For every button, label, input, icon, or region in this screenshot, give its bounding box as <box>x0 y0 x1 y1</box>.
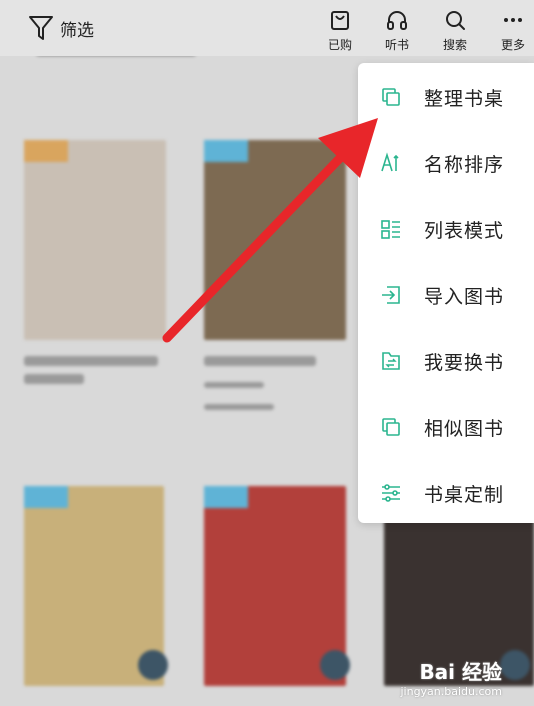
bag-icon <box>331 11 349 30</box>
watermark-brand: Bai 经验 <box>419 660 502 684</box>
menu-item-label: 名称排序 <box>424 153 505 176</box>
copy-icon <box>380 86 402 108</box>
book-cover <box>24 140 166 340</box>
search-button[interactable]: 搜索 <box>431 8 479 53</box>
menu-item-exchange-book[interactable]: 我要换书 <box>358 331 534 391</box>
menu-item-sort-by-name[interactable]: 名称排序 <box>358 133 534 193</box>
filter-label: 筛选 <box>60 20 94 41</box>
menu-item-organize-desk[interactable]: 整理书桌 <box>358 67 534 127</box>
more-dots-icon <box>504 18 522 22</box>
sliders-icon <box>380 482 402 504</box>
similar-books-icon <box>380 416 402 438</box>
listen-button[interactable]: 听书 <box>373 8 421 53</box>
import-icon <box>380 284 402 306</box>
menu-item-similar-books[interactable]: 相似图书 <box>358 397 534 457</box>
menu-item-label: 整理书桌 <box>424 87 505 110</box>
menu-item-label: 导入图书 <box>424 285 505 308</box>
purchased-button[interactable]: 已购 <box>316 8 364 53</box>
filter-button[interactable]: 筛选 <box>28 12 94 44</box>
baidu-jingyan-watermark: Bai 经验 jingyan.baidu.com <box>400 656 502 698</box>
headphones-icon <box>387 11 407 30</box>
menu-item-list-mode[interactable]: 列表模式 <box>358 199 534 259</box>
menu-item-label: 列表模式 <box>424 219 505 242</box>
search-icon <box>446 11 465 30</box>
menu-item-label: 我要换书 <box>424 351 505 374</box>
more-label: 更多 <box>500 38 525 52</box>
exchange-book-icon <box>380 350 402 372</box>
search-label: 搜索 <box>442 38 467 52</box>
purchased-label: 已购 <box>327 38 352 52</box>
watermark-url: jingyan.baidu.com <box>400 685 502 698</box>
menu-item-customize-desk[interactable]: 书桌定制 <box>358 463 534 523</box>
filter-icon <box>29 16 53 40</box>
listen-label: 听书 <box>384 38 409 52</box>
more-dropdown-menu: 整理书桌 名称排序 列表模式 导入图书 我要换书 相似图书 书桌定制 <box>358 63 534 523</box>
menu-item-label: 书桌定制 <box>424 483 505 506</box>
book-cover <box>204 140 346 340</box>
top-toolbar: 筛选 已购 听书 搜索 更多 <box>0 0 534 56</box>
menu-item-label: 相似图书 <box>424 417 505 440</box>
more-button[interactable]: 更多 <box>489 8 534 53</box>
list-mode-icon <box>380 218 402 240</box>
sort-name-icon <box>380 152 402 174</box>
menu-item-import-books[interactable]: 导入图书 <box>358 265 534 325</box>
